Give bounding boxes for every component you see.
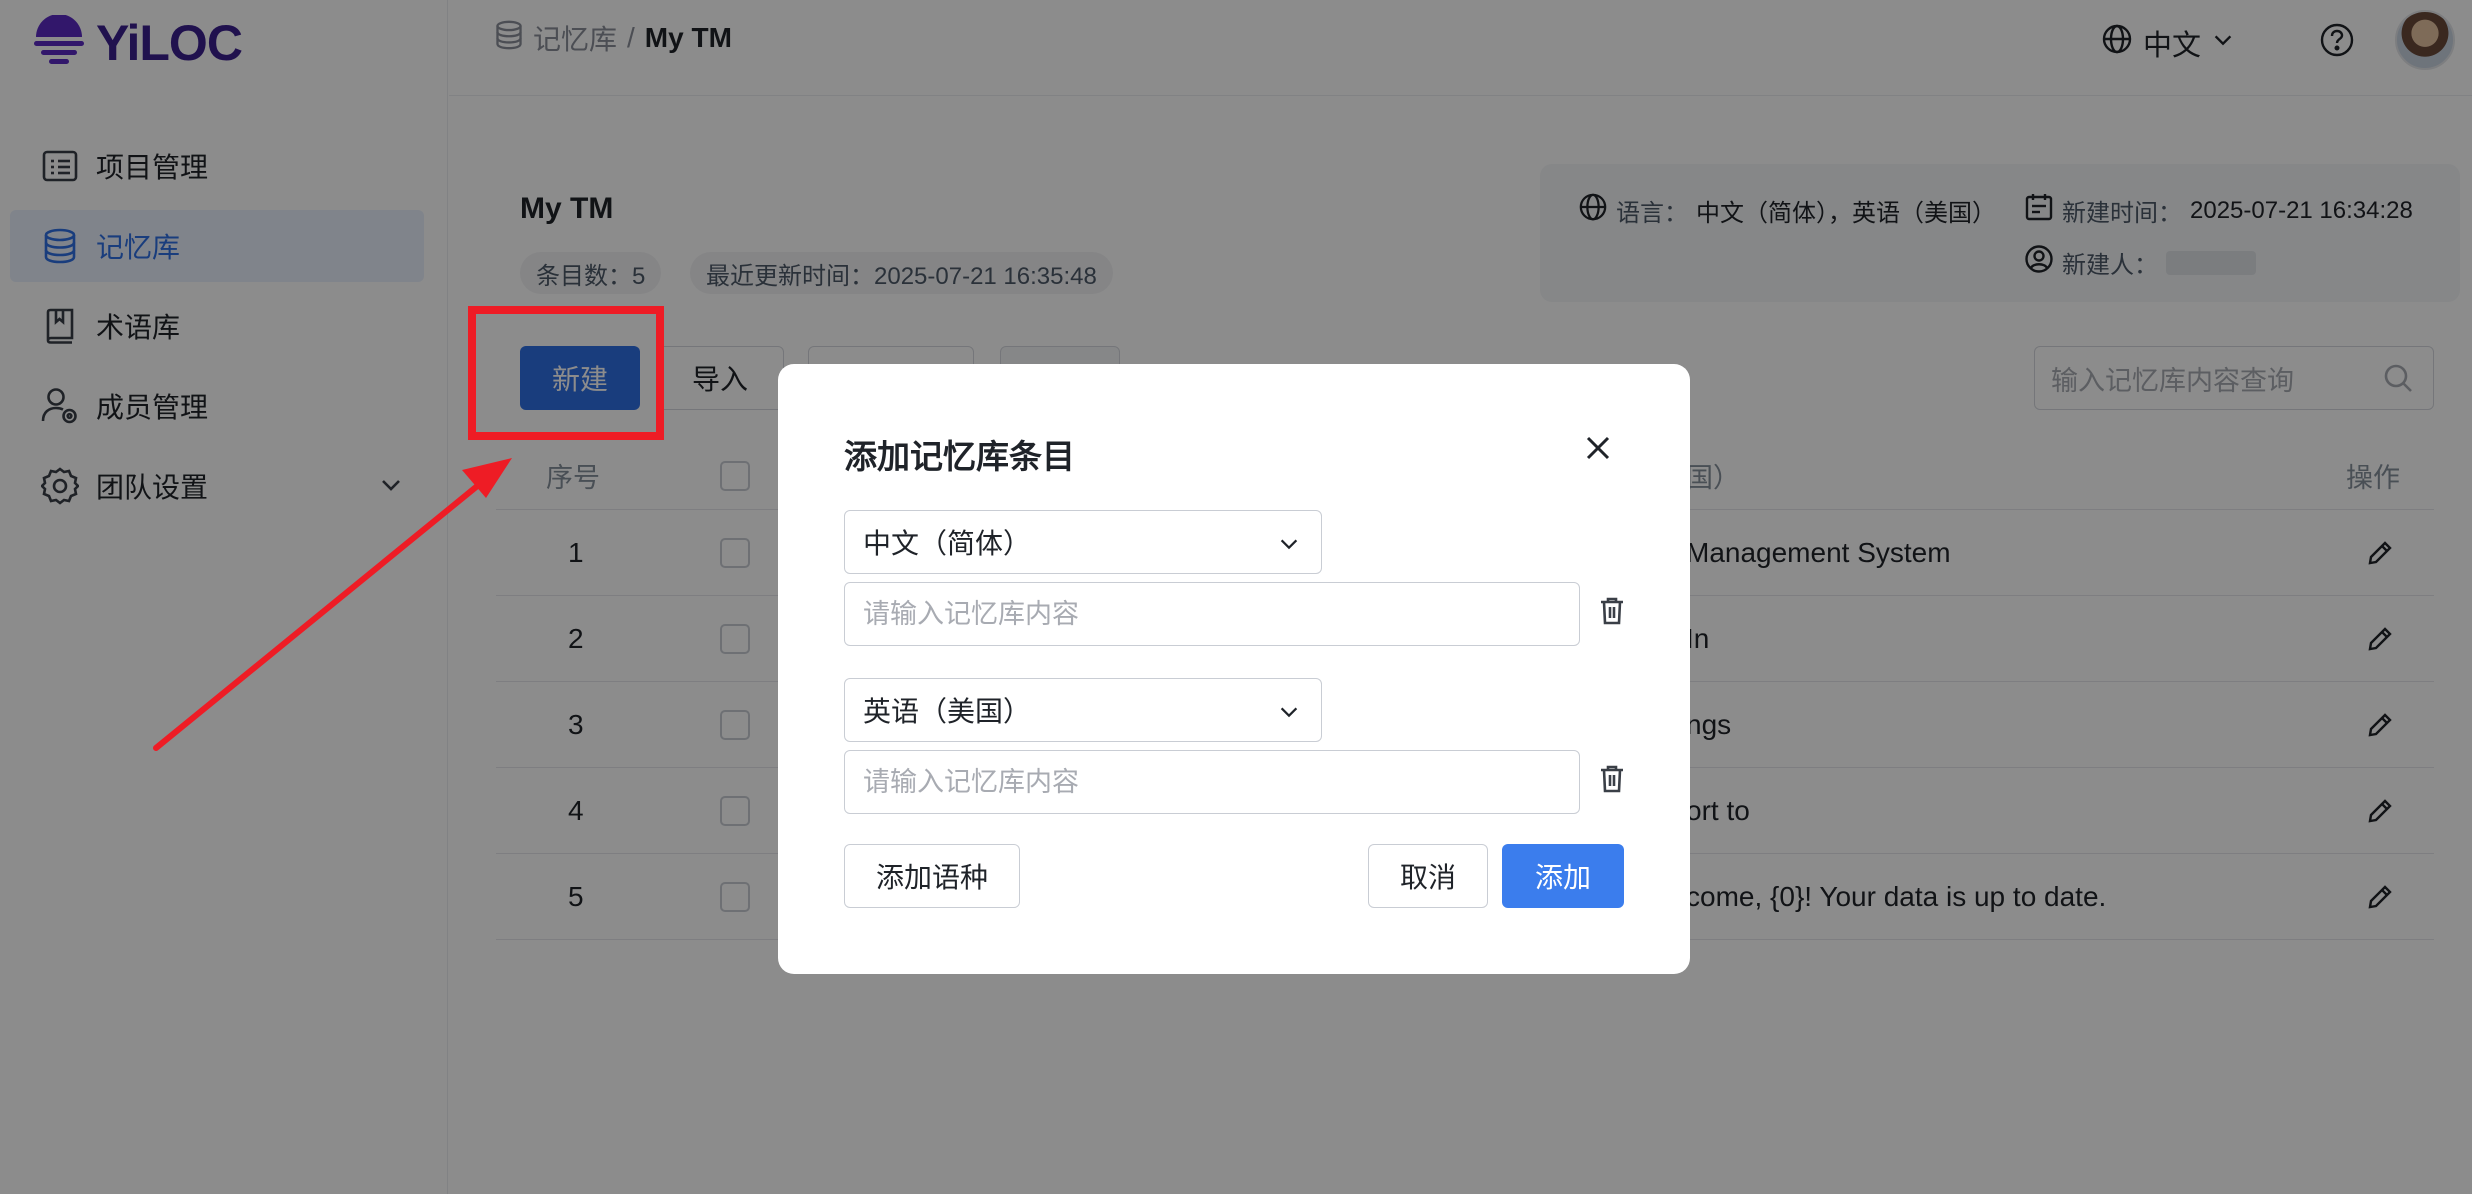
submit-add-button[interactable]: 添加 [1502,844,1624,908]
add-language-button[interactable]: 添加语种 [844,844,1020,908]
add-tm-entry-dialog: 添加记忆库条目 中文（简体） 英语（美国） 添加语种 取消 添加 [778,364,1690,974]
select-value: 中文（简体） [863,528,1032,559]
select-value: 英语（美国） [863,696,1032,727]
close-icon[interactable] [1584,434,1612,467]
trash-icon[interactable] [1598,764,1626,799]
dialog-title: 添加记忆库条目 [844,438,1075,475]
trash-icon[interactable] [1598,596,1626,631]
chevron-down-icon [1277,531,1301,563]
target-language-select[interactable]: 英语（美国） [844,678,1322,742]
chevron-down-icon [1277,699,1301,731]
target-text-input[interactable] [844,750,1580,814]
source-text-input[interactable] [844,582,1580,646]
source-language-select[interactable]: 中文（简体） [844,510,1322,574]
annotation-highlight-box [468,306,664,440]
cancel-button[interactable]: 取消 [1368,844,1488,908]
